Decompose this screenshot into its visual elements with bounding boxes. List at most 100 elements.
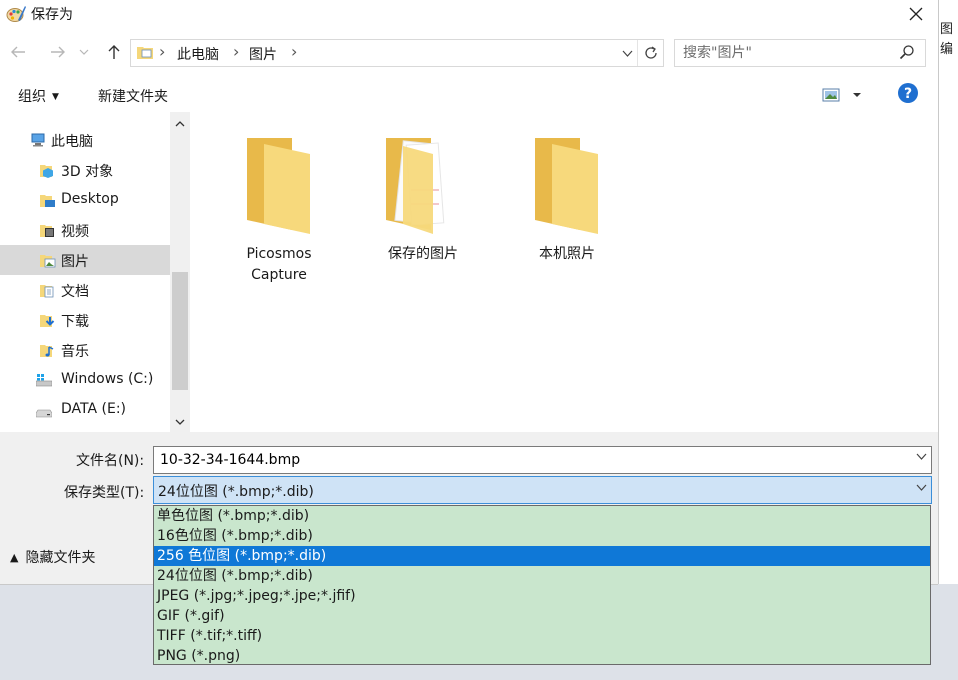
folder-item[interactable]: Picosmos Capture (219, 134, 339, 286)
sidebar-item-videos[interactable]: 视频 (0, 215, 170, 245)
breadcrumb-this-pc[interactable]: 此电脑 (177, 44, 219, 64)
filename-field[interactable] (153, 446, 932, 474)
filetype-option[interactable]: 16色位图 (*.bmp;*.dib) (154, 526, 930, 546)
filetype-select[interactable]: 24位位图 (*.bmp;*.dib) (153, 476, 932, 504)
caret-down-icon: ▼ (52, 92, 59, 102)
view-icon (822, 88, 861, 102)
filetype-option[interactable]: JPEG (*.jpg;*.jpeg;*.jpe;*.jfif) (154, 586, 930, 606)
pictures-folder-icon (386, 138, 445, 234)
sidebar-item-music[interactable]: 音乐 (0, 335, 170, 365)
organize-button[interactable]: 组织 ▼ (18, 86, 59, 106)
background-app-edge: 图 编 (938, 0, 958, 680)
hide-folders-button[interactable]: ▲ 隐藏文件夹 (10, 547, 95, 567)
filetype-option[interactable]: TIFF (*.tif;*.tiff) (154, 626, 930, 646)
folder-icon (535, 138, 598, 234)
drive-icon (36, 409, 52, 418)
help-button[interactable]: ? (898, 83, 918, 107)
navigation-pane: 此电脑 3D 对象 Desktop 视频 图片 文档 下载 音乐 Windows… (0, 112, 190, 432)
help-icon: ? (898, 83, 918, 103)
back-arrow-icon (11, 46, 25, 58)
chevron-up-icon (175, 121, 185, 127)
folder-item[interactable]: 本机照片 (507, 134, 627, 265)
computer-icon (31, 133, 45, 147)
forward-button[interactable] (46, 40, 70, 64)
paint-app-icon (6, 6, 26, 22)
forward-arrow-icon (51, 46, 65, 58)
breadcrumb-pictures[interactable]: 图片 (249, 44, 277, 64)
filetype-option[interactable]: 单色位图 (*.bmp;*.dib) (154, 506, 930, 526)
pictures-folder-icon (40, 255, 56, 268)
chevron-down-icon (622, 50, 632, 57)
sidebar-item-windows-c[interactable]: Windows (C:) (0, 365, 170, 395)
scroll-up-button[interactable] (170, 114, 190, 134)
sidebar-item-label: 文档 (61, 284, 89, 300)
refresh-button[interactable] (637, 40, 664, 66)
save-as-dialog: 保存为 › 此电脑 › 图片 › 搜索"图片" 组织 ▼ 新建文件夹 ? 此电脑… (0, 0, 938, 584)
window-title: 保存为 (31, 7, 73, 23)
sidebar-item-label: 音乐 (61, 344, 89, 360)
sidebar-item-label: 3D 对象 (61, 164, 114, 180)
scrollbar-thumb[interactable] (172, 272, 188, 390)
folder-icon (247, 138, 310, 234)
breadcrumb-separator: › (233, 42, 240, 61)
filetype-option[interactable]: PNG (*.png) (154, 646, 930, 666)
background-text-1: 图 (940, 22, 954, 37)
videos-folder-icon (40, 225, 54, 237)
folder-label: 本机照片 (539, 246, 595, 262)
change-view-button[interactable] (822, 86, 868, 104)
organize-label: 组织 (18, 89, 46, 105)
back-button[interactable] (6, 40, 30, 64)
sidebar-item-label: DATA (E:) (61, 401, 127, 417)
sidebar-item-label: 此电脑 (51, 134, 93, 150)
filetype-label: 保存类型(T): (64, 485, 145, 501)
new-folder-button[interactable]: 新建文件夹 (98, 86, 168, 106)
close-button[interactable] (894, 0, 938, 28)
sidebar-item-pictures[interactable]: 图片 (0, 245, 170, 275)
sidebar-item-label: Desktop (61, 191, 119, 207)
recent-locations-button[interactable] (76, 40, 92, 64)
filetype-option-highlighted[interactable]: 256 色位图 (*.bmp;*.dib) (154, 546, 930, 566)
filetype-option[interactable]: 24位位图 (*.bmp;*.dib) (154, 566, 930, 586)
filetype-selected-value: 24位位图 (*.bmp;*.dib) (158, 484, 314, 500)
folder-label: Picosmos Capture (246, 246, 312, 283)
music-folder-icon (40, 345, 54, 357)
search-input[interactable] (681, 43, 895, 63)
up-arrow-icon (108, 45, 120, 59)
close-icon (909, 7, 923, 21)
sidebar-item-3d-objects[interactable]: 3D 对象 (0, 155, 170, 185)
navigation-bar: › 此电脑 › 图片 › (0, 34, 938, 70)
sidebar-item-data-e[interactable]: DATA (E:) (0, 395, 170, 425)
svg-text:?: ? (904, 86, 912, 102)
filename-label: 文件名(N): (76, 453, 145, 469)
background-text-2: 编 (940, 42, 954, 57)
search-box[interactable] (674, 39, 926, 67)
hide-folders-label: 隐藏文件夹 (25, 550, 96, 566)
title-bar: 保存为 (0, 0, 938, 30)
chevron-down-icon (79, 49, 89, 55)
up-button[interactable] (102, 40, 126, 64)
breadcrumb-separator: › (159, 42, 166, 61)
folder-label: 保存的图片 (388, 246, 458, 262)
address-dropdown-button[interactable] (617, 43, 637, 63)
nav-pane-scrollbar[interactable] (170, 112, 190, 432)
chevron-down-icon[interactable] (916, 453, 927, 460)
scroll-down-button[interactable] (170, 412, 190, 432)
documents-folder-icon (40, 285, 54, 298)
sidebar-item-this-pc[interactable]: 此电脑 (0, 125, 170, 155)
folder-item[interactable]: 保存的图片 (363, 134, 483, 265)
pictures-folder-icon (137, 47, 153, 59)
sidebar-item-desktop[interactable]: Desktop (0, 185, 170, 215)
sidebar-item-downloads[interactable]: 下载 (0, 305, 170, 335)
address-bar[interactable]: › 此电脑 › 图片 › (130, 39, 664, 67)
downloads-folder-icon (40, 315, 55, 327)
filetype-dropdown-list: 单色位图 (*.bmp;*.dib) 16色位图 (*.bmp;*.dib) 2… (153, 505, 931, 665)
search-icon (899, 45, 914, 60)
chevron-up-icon: ▲ (10, 551, 19, 564)
sidebar-item-label: 视频 (61, 224, 89, 240)
3d-objects-icon (40, 165, 53, 178)
breadcrumb-separator[interactable]: › (291, 42, 297, 61)
filetype-option[interactable]: GIF (*.gif) (154, 606, 930, 626)
sidebar-item-documents[interactable]: 文档 (0, 275, 170, 305)
filename-input[interactable] (158, 450, 902, 470)
desktop-folder-icon (40, 195, 55, 207)
